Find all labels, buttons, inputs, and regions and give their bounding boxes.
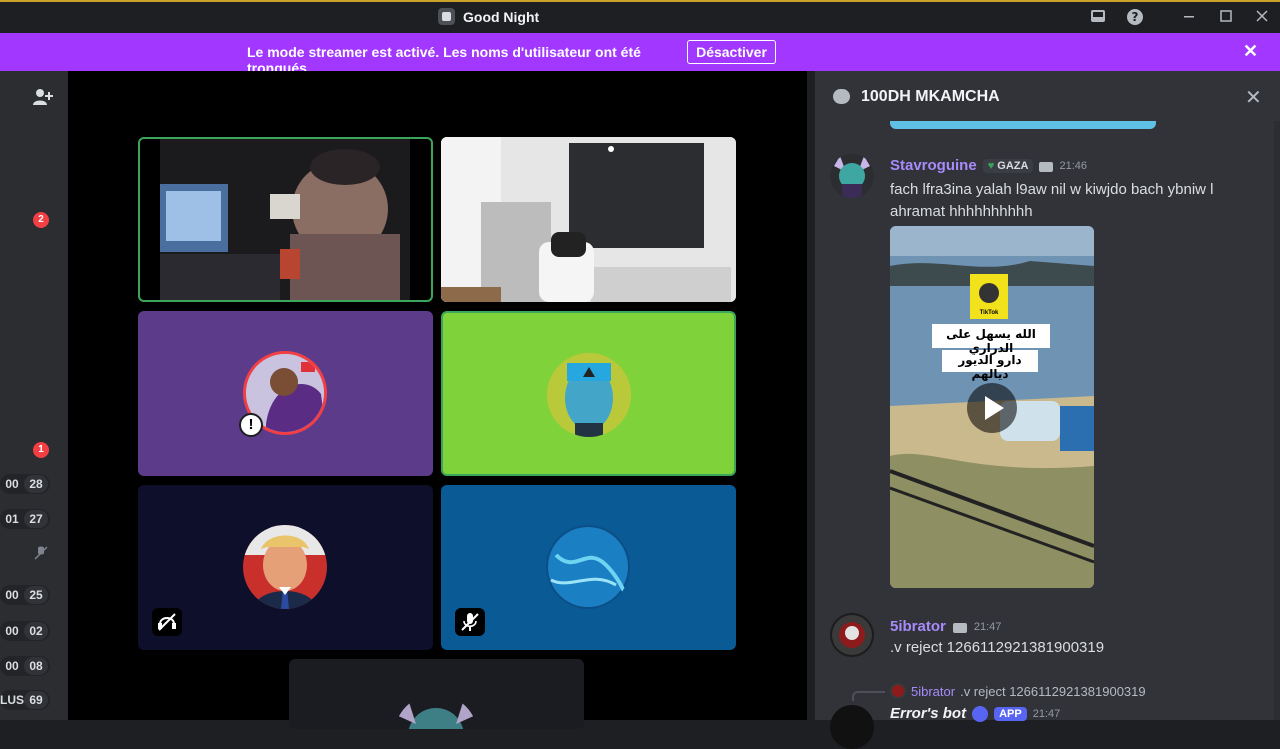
verified-icon [972, 705, 989, 722]
window-title: Good Night [438, 8, 539, 25]
video-tile[interactable] [441, 137, 736, 302]
chat-message: 5ibrator .v reject 1266112921381900319 E… [815, 679, 1275, 749]
window-title-text: Good Night [463, 8, 540, 25]
timer-value: 02 [24, 622, 48, 640]
chat-message: 5ibrator 21:47 .v reject 126611292138190… [815, 611, 1275, 671]
warning-icon: ! [239, 413, 263, 437]
heart-icon: ♥ [987, 159, 995, 172]
timer-value: 00 [5, 659, 19, 673]
message-time: 21:47 [1032, 707, 1061, 720]
video-tile[interactable] [138, 137, 433, 302]
timer-value: 27 [24, 510, 48, 528]
timer-value: 08 [24, 657, 48, 675]
timer-value: 00 [5, 624, 19, 638]
timer-value: 69 [24, 691, 48, 709]
banner-close-icon[interactable]: ✕ [1243, 41, 1258, 62]
message-text: fach lfra3ina yalah l9aw nil w kiwjdo ba… [890, 181, 1214, 220]
participant-tile[interactable]: ! [138, 311, 433, 476]
message-time: 21:46 [1059, 159, 1087, 172]
chat-bubble-icon [833, 89, 850, 104]
timer-pill: 00 08 [0, 656, 50, 676]
timer-value: LUS [0, 693, 24, 707]
disable-streamer-mode-button[interactable]: Désactiver [687, 40, 776, 64]
video-caption-line: الله يسهل على الدراري [946, 327, 1036, 355]
add-user-icon[interactable] [32, 87, 54, 107]
member-sidebar: 2 1 00 28 01 27 00 25 00 02 00 08 LUS 69 [0, 71, 68, 720]
deafened-icon [33, 545, 49, 566]
avatar [890, 683, 906, 699]
avatar[interactable] [830, 705, 874, 749]
participant-tile[interactable] [138, 485, 433, 650]
message-text: .v reject 1266112921381900319 [890, 639, 1105, 656]
message-author[interactable]: Error's bot [890, 705, 966, 722]
chat-header: 100DH MKAMCHA ✕ [815, 71, 1280, 121]
guild-tag[interactable]: ♥ GAZA [982, 158, 1034, 173]
reply-spine [852, 691, 885, 701]
message-author[interactable]: 5ibrator [890, 618, 946, 635]
camera-icon [1039, 161, 1054, 172]
timer-pill: 00 02 [0, 621, 50, 641]
message-author[interactable]: Stavroguine [890, 157, 977, 174]
panel-divider[interactable] [807, 71, 815, 720]
channel-name: 100DH MKAMCHA [861, 88, 1000, 105]
participant-tile[interactable] [441, 311, 736, 476]
camera-icon [952, 622, 967, 633]
chat-panel: 100DH MKAMCHA ✕ Stavroguine ♥ GAZA 21:46… [815, 71, 1280, 749]
participant-tile[interactable] [441, 485, 736, 650]
video-attachment[interactable]: الله يسهل على الدراري دارو الديور ديالهم… [890, 226, 1094, 588]
timer-pill: 00 28 [0, 474, 50, 494]
chat-scrollbar[interactable] [1274, 121, 1280, 720]
timer-pill: LUS 69 [0, 690, 50, 710]
video-caption-line: دارو الديور ديالهم [958, 353, 1022, 381]
chat-message: Stavroguine ♥ GAZA 21:46 fach lfra3ina y… [815, 151, 1275, 591]
avatar [546, 525, 630, 609]
reply-text: .v reject 1266112921381900319 [960, 683, 1146, 699]
help-icon[interactable]: ? [1124, 8, 1146, 30]
deafened-icon [152, 608, 182, 636]
window-close-icon[interactable] [1251, 8, 1273, 30]
reply-author: 5ibrator [911, 683, 956, 699]
streamer-mode-banner: Le mode streamer est activé. Les noms d'… [0, 33, 1280, 76]
timer-value: 00 [5, 588, 19, 602]
maximize-icon[interactable] [1215, 8, 1237, 30]
reply-preview[interactable]: 5ibrator .v reject 1266112921381900319 [890, 683, 1146, 699]
timer-value: 00 [5, 477, 19, 491]
participant-tile[interactable] [289, 659, 584, 729]
app-badge: APP [994, 706, 1027, 721]
avatar [547, 353, 631, 437]
title-bar: Good Night ? [0, 0, 1280, 33]
video-logo-text: TikTok [979, 310, 999, 316]
timer-pill: 00 25 [0, 585, 50, 605]
avatar [394, 694, 478, 729]
avatar[interactable] [830, 613, 874, 657]
avatar[interactable] [830, 154, 874, 198]
previous-attachment-edge [890, 121, 1156, 129]
timer-value: 28 [24, 475, 48, 493]
timer-pill: 01 27 [0, 509, 50, 529]
notification-badge: 1 [33, 442, 49, 458]
server-icon [438, 8, 455, 25]
notification-badge: 2 [33, 212, 49, 228]
message-time: 21:47 [973, 620, 1002, 633]
voice-stage: ! [68, 71, 807, 729]
timer-value: 25 [24, 586, 48, 604]
svg-text:?: ? [1132, 10, 1139, 24]
minimize-icon[interactable] [1178, 8, 1200, 30]
avatar [243, 525, 327, 609]
guild-tag-text: GAZA [997, 159, 1029, 172]
inbox-icon[interactable] [1087, 8, 1109, 30]
timer-value: 01 [5, 512, 19, 526]
mic-muted-icon [455, 608, 485, 636]
close-chat-icon[interactable]: ✕ [1245, 85, 1262, 110]
